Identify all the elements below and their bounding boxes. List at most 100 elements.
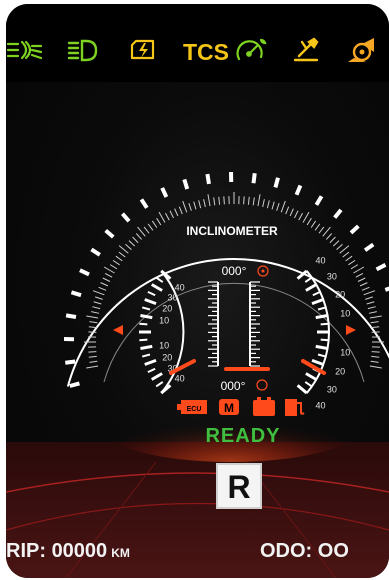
outer-tick: [251, 173, 257, 184]
inclination-label: 10: [340, 348, 350, 358]
inclination-tick: [305, 283, 318, 292]
inclination-label: 30: [327, 385, 337, 395]
inclination-tick: [320, 338, 329, 342]
inner-tick: [135, 233, 143, 240]
inclination-tick: [147, 290, 156, 297]
inner-tick: [178, 206, 183, 215]
outer-tick: [182, 178, 190, 190]
inclination-label: 30: [327, 272, 337, 282]
inclination-label: 30: [168, 293, 178, 303]
inner-tick: [89, 321, 98, 324]
inner-tick: [243, 196, 245, 205]
eco-speed-icon: [236, 38, 267, 61]
inclination-tick: [144, 298, 157, 306]
inclination-tick: [140, 314, 153, 320]
inner-tick: [367, 306, 376, 310]
inner-tick: [361, 286, 370, 291]
inner-tick: [89, 360, 98, 363]
low-beam-icon: [67, 39, 98, 62]
inner-tick: [88, 331, 97, 333]
inner-tick: [102, 277, 111, 282]
outer-tick: [294, 184, 303, 196]
inclination-label: 10: [159, 340, 169, 350]
svg-text:M: M: [224, 401, 234, 415]
inner-tick: [332, 240, 340, 247]
inner-tick: [112, 259, 120, 266]
mode-m-icon: M: [219, 399, 239, 415]
inner-tick: [322, 226, 331, 237]
inner-tick: [285, 206, 290, 215]
inner-tick: [132, 236, 139, 244]
inner-tick: [298, 212, 303, 221]
ready-status: READY: [205, 425, 280, 447]
inner-tick: [325, 233, 333, 240]
inner-tick: [103, 266, 115, 274]
inclination-label: 40: [175, 282, 185, 292]
inclination-tick: [150, 283, 163, 292]
svg-text:ODO: OO: ODO: OO: [260, 540, 349, 562]
inclination-tick: [304, 276, 313, 283]
inner-tick: [115, 255, 123, 262]
inner-tick: [98, 286, 107, 291]
inner-tick: [280, 200, 286, 213]
inclination-label: 40: [316, 401, 326, 411]
inclination-tick: [155, 276, 164, 283]
instrument-cluster-screen: TCS 40 30 20 10 10 20 30 40 40 30 20 10 …: [6, 4, 389, 578]
tcs-label: TCS: [183, 39, 229, 65]
inner-tick: [302, 211, 310, 223]
inner-tick: [348, 259, 356, 266]
inclination-label: 40: [175, 374, 185, 384]
inner-tick: [91, 311, 100, 314]
inner-tick: [365, 296, 374, 300]
outer-tick: [160, 187, 169, 198]
inner-tick: [193, 201, 197, 210]
inner-tick: [223, 196, 225, 205]
outer-tick: [70, 290, 82, 298]
outer-tick: [104, 228, 115, 239]
inner-tick: [359, 282, 368, 287]
inclination-tick: [139, 338, 148, 342]
inner-tick: [94, 296, 103, 300]
outer-tick: [349, 224, 360, 235]
inner-tick: [262, 199, 265, 208]
inner-tick: [88, 351, 97, 353]
inner-tick: [252, 197, 255, 206]
left-vertical-scale: [208, 281, 219, 367]
inner-tick: [306, 217, 312, 226]
outer-tick: [333, 208, 343, 219]
inner-tick: [266, 200, 270, 209]
inclination-tick: [147, 367, 156, 374]
inner-tick: [350, 264, 359, 270]
inner-tick: [143, 226, 150, 234]
inner-tick: [92, 290, 105, 296]
inner-tick: [118, 251, 126, 258]
outer-tick: [384, 286, 389, 292]
outer-tick: [90, 247, 101, 257]
inner-tick: [188, 202, 192, 211]
total-odometer: ODO: OO: [260, 540, 349, 562]
inclination-tick: [317, 353, 327, 358]
inclination-tick: [140, 344, 153, 350]
outer-tick: [205, 173, 211, 185]
inner-tick: [276, 202, 280, 211]
inner-tick: [370, 321, 379, 324]
inner-tick: [257, 194, 261, 207]
inclination-tick: [141, 353, 151, 358]
fog-light-icon: [6, 40, 43, 60]
inner-tick: [93, 301, 102, 305]
inner-tick: [247, 196, 250, 205]
inner-tick: [329, 236, 336, 244]
outer-tick: [79, 268, 90, 277]
inner-tick: [100, 282, 109, 287]
inner-tick: [147, 223, 154, 231]
left-marker: [113, 325, 123, 335]
outer-tick: [375, 263, 387, 272]
inner-tick: [156, 217, 162, 226]
charging-icon: [130, 39, 155, 60]
right-vertical-scale: [249, 281, 260, 367]
outer-tick: [65, 313, 77, 319]
outer-tick: [120, 212, 131, 223]
inner-tick: [151, 220, 158, 228]
inner-tick: [203, 199, 206, 208]
inner-tick: [182, 200, 188, 213]
